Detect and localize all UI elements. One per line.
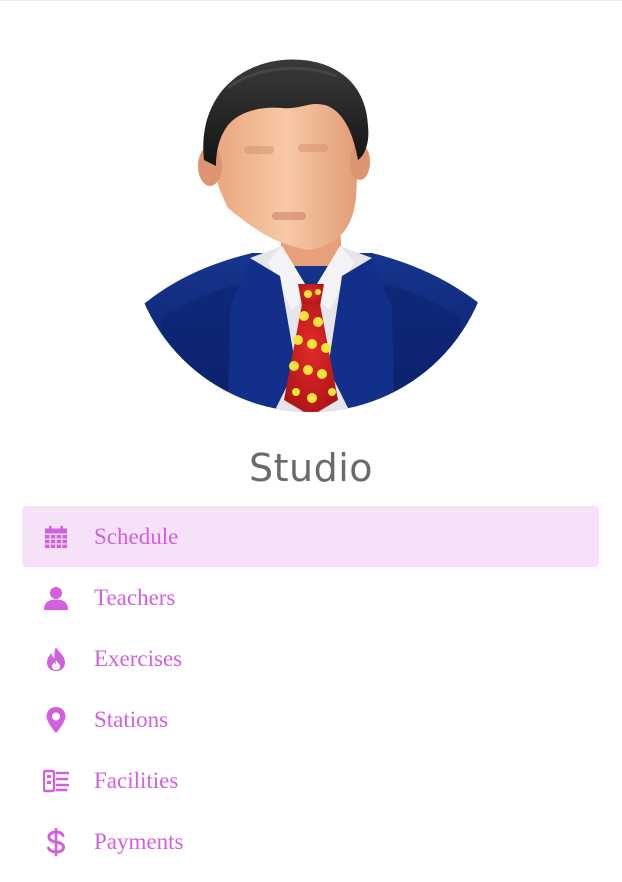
businessman-avatar-icon (132, 59, 490, 412)
facilities-icon (43, 768, 69, 794)
menu-item-exercises[interactable]: Exercises (22, 628, 599, 689)
profile-avatar[interactable] (132, 48, 490, 416)
menu-item-label: Teachers (94, 584, 176, 610)
menu-item-label: Schedule (94, 523, 179, 549)
menu-item-label: Payments (94, 828, 184, 854)
profile-name: Studio (248, 446, 374, 490)
dollar-icon (43, 827, 69, 856)
menu-item-label: Exercises (94, 645, 183, 671)
map-pin-icon (43, 706, 69, 733)
menu-item-label: Stations (94, 706, 169, 732)
menu-item-facilities[interactable]: Facilities (22, 750, 599, 811)
menu-item-payments[interactable]: Payments (22, 811, 599, 872)
flame-icon (43, 646, 69, 672)
menu-item-stations[interactable]: Stations (22, 689, 599, 750)
menu-item-schedule[interactable]: Schedule (22, 506, 599, 567)
nav-menu: Schedule Teachers Exercises Stations Fac… (22, 506, 599, 872)
calendar-icon (43, 524, 69, 550)
menu-item-label: Facilities (94, 767, 179, 793)
top-divider (0, 0, 622, 1)
menu-item-teachers[interactable]: Teachers (22, 567, 599, 628)
person-icon (43, 585, 69, 611)
